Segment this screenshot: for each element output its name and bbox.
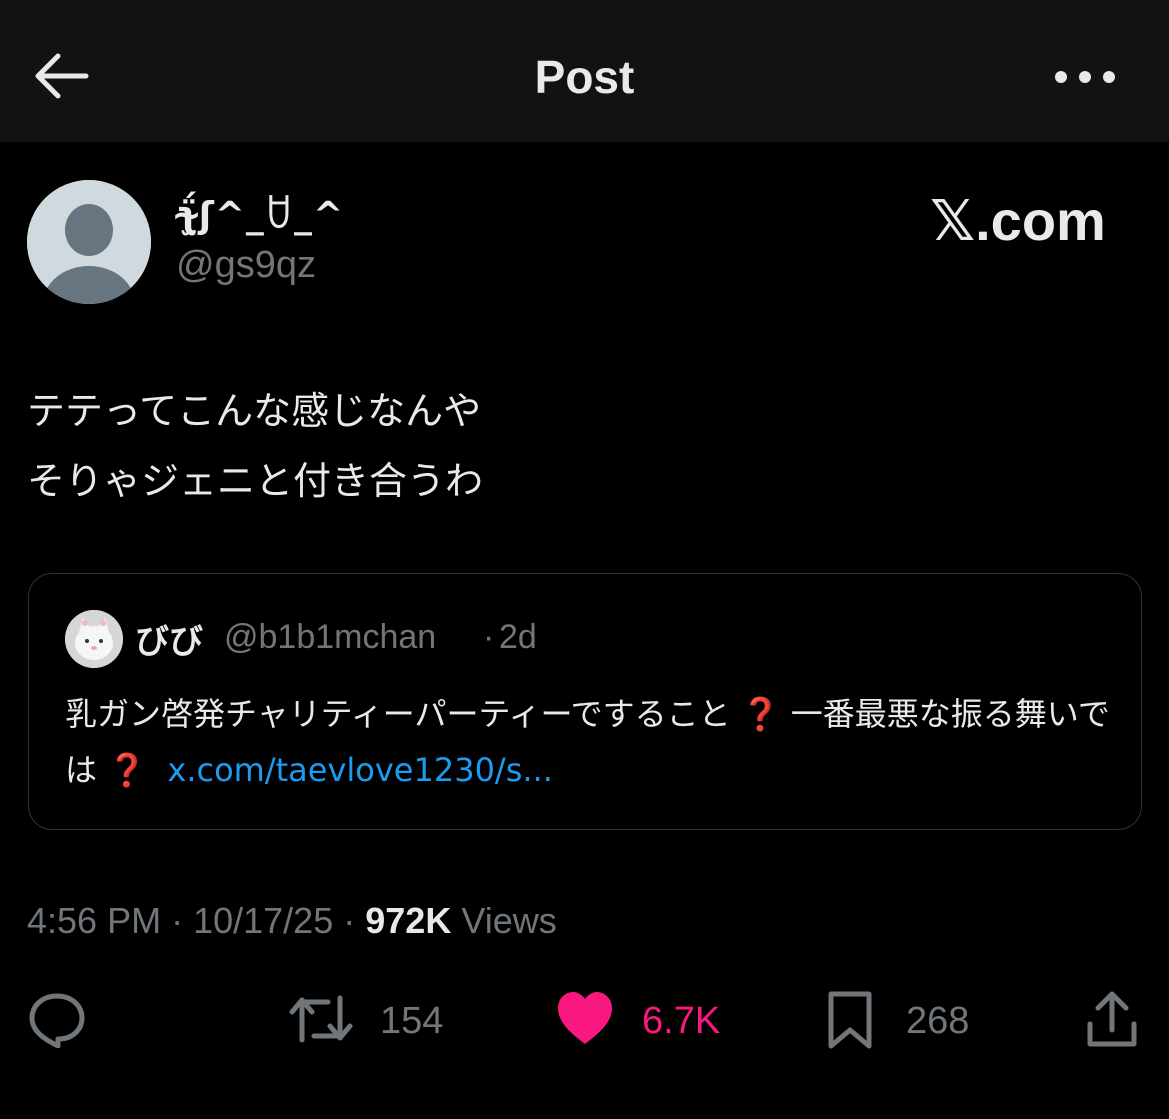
post-text: テテってこんな感じなんや そりゃジェニと付き合うわ [27,376,483,516]
quote-link[interactable]: x.com/taevlove1230/s... [167,751,553,789]
reply-icon [29,993,85,1048]
share-icon [1087,991,1137,1047]
question-mark-icon: ❓ [740,695,781,733]
more-horizontal-icon [1055,71,1115,83]
retweet-button[interactable]: 154 [288,990,458,1054]
quote-author-handle: @b1b1mchan [224,618,437,656]
like-button[interactable]: 6.7K [556,990,736,1054]
bookmark-count: 268 [906,1000,970,1042]
retweet-count: 154 [380,1000,444,1042]
quote-text: 乳ガン啓発チャリティーパーティーですること ❓ 一番最悪な振る舞いでは ❓ x.… [65,686,1125,798]
views-label: Views [461,900,557,941]
like-count: 6.7K [642,1000,721,1042]
share-button[interactable] [1084,990,1142,1054]
post-time[interactable]: 4:56 PM [27,900,161,941]
post-date[interactable]: 10/17/25 [193,900,333,941]
bookmark-button[interactable]: 268 [826,990,996,1054]
quote-text-part-1: 乳ガン啓発チャリティーパーティーですること [65,695,731,733]
quote-timestamp: 2d [499,618,537,656]
separator-dot: · [483,618,495,656]
quoted-post[interactable]: びび @b1b1mchan · 2d 乳ガン啓発チャリティーパーティーですること… [28,573,1142,830]
bookmark-icon [828,991,872,1049]
question-mark-icon: ❓ [107,751,148,789]
heart-icon [558,992,612,1044]
more-options-button[interactable] [1052,60,1118,94]
author-handle[interactable]: @gs9qz [176,244,316,287]
default-avatar-icon [27,180,151,304]
post-text-line-1: テテってこんな感じなんや [27,389,482,433]
quote-avatar [65,610,123,668]
author-display-name[interactable]: ʅ̴̫̈́ʃ^_ꇴ_^ [176,188,344,236]
page-title: Post [534,51,635,103]
cat-avatar-icon [65,610,123,668]
x-com-watermark: 𝕏.com [930,189,1106,252]
reply-button[interactable] [28,990,88,1054]
views-count: 972K [365,900,452,941]
post-text-line-2: そりゃジェニと付き合うわ [27,459,484,503]
top-bar: Post [0,0,1169,142]
avatar[interactable] [27,180,151,304]
retweet-icon [289,995,353,1043]
post-meta: 4:56 PM · 10/17/25 · 972K Views [27,900,557,941]
quote-author-name: びび [135,622,203,662]
